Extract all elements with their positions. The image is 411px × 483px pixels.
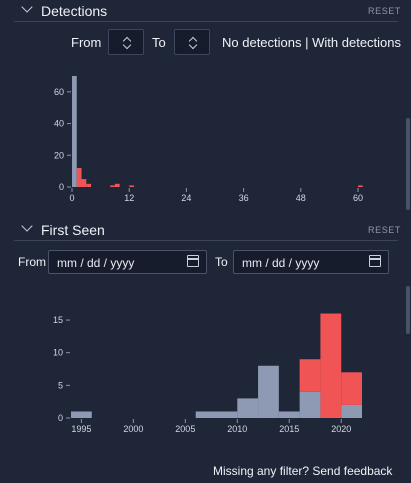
- calendar-icon[interactable]: [187, 255, 199, 267]
- first-seen-reset-button[interactable]: RESET: [368, 225, 401, 235]
- with-detections-bar: [76, 167, 82, 187]
- x-tick-label: 1995: [71, 424, 91, 434]
- x-tick-label: 0: [69, 193, 74, 203]
- with-detections-bar: [341, 372, 362, 405]
- first-seen-divider: [14, 240, 398, 241]
- detections-from-stepper[interactable]: [108, 29, 144, 55]
- no-detections-bar: [341, 404, 362, 418]
- x-tick-label: 2020: [331, 424, 351, 434]
- x-tick-label: 36: [239, 193, 249, 203]
- first-seen-histogram: 15 10 5 0 1995 2000 2005 2010 2015 2020: [53, 313, 362, 434]
- detections-scrollbar[interactable]: [406, 118, 410, 210]
- y-tick-label: 5: [58, 380, 63, 390]
- first-seen-from-date-input[interactable]: mm / dd / yyyy: [48, 250, 207, 274]
- detections-to-label: To: [152, 35, 166, 50]
- collapse-first-seen-chevron-icon[interactable]: [21, 220, 33, 232]
- detections-option-row: No detections | With detections: [222, 35, 401, 50]
- x-tick-label: 48: [296, 193, 306, 203]
- no-detections-bar: [258, 365, 279, 418]
- x-tick-label: 2005: [175, 424, 195, 434]
- detections-section-title: Detections: [41, 3, 108, 19]
- first-seen-section-title: First Seen: [41, 222, 105, 238]
- y-tick-label: 0: [58, 413, 63, 423]
- first-seen-from-label: From: [18, 255, 46, 269]
- no-detections-bar: [195, 411, 238, 418]
- y-tick-label: 15: [53, 315, 63, 325]
- no-detections-bar: [72, 76, 77, 187]
- no-detections-bar: [237, 398, 259, 418]
- x-tick-label: 2010: [227, 424, 247, 434]
- no-detections-bar: [71, 411, 92, 418]
- detections-histogram: 60 40 20 00 12 24 36 48 60: [54, 76, 363, 203]
- with-detections-option[interactable]: With detections: [312, 35, 401, 50]
- with-detections-bar: [129, 185, 134, 187]
- x-tick-label: 24: [181, 193, 191, 203]
- collapse-detections-chevron-icon[interactable]: [21, 1, 33, 13]
- to-date-placeholder: mm / dd / yyyy: [242, 256, 320, 270]
- with-detections-bar: [358, 185, 363, 187]
- y-tick-label: 0: [59, 182, 64, 192]
- y-tick-label: 40: [54, 119, 64, 129]
- with-detections-bar: [320, 313, 342, 418]
- x-tick-label: 12: [124, 193, 134, 203]
- no-detections-option[interactable]: No detections: [222, 35, 302, 50]
- no-detections-bar: [278, 411, 300, 418]
- with-detections-bar: [86, 183, 92, 187]
- detections-divider: [14, 21, 398, 22]
- y-tick-label: 20: [54, 150, 64, 160]
- from-date-placeholder: mm / dd / yyyy: [57, 256, 135, 270]
- detections-from-label: From: [71, 35, 102, 50]
- first-seen-to-date-input[interactable]: mm / dd / yyyy: [233, 250, 389, 274]
- calendar-icon[interactable]: [369, 255, 381, 267]
- detections-reset-button[interactable]: RESET: [368, 6, 401, 16]
- with-detections-bar: [110, 185, 115, 187]
- y-tick-label: 60: [54, 87, 64, 97]
- detections-to-stepper[interactable]: [174, 29, 210, 55]
- option-separator: |: [305, 35, 309, 50]
- with-detections-bar: [81, 179, 87, 187]
- x-tick-label: 60: [353, 193, 363, 203]
- x-tick-label: 2015: [279, 424, 299, 434]
- no-detections-bar: [299, 391, 321, 418]
- with-detections-bar: [299, 359, 321, 392]
- y-tick-label: 10: [53, 348, 63, 358]
- first-seen-scrollbar[interactable]: [406, 286, 410, 334]
- with-detections-bar: [114, 183, 120, 187]
- x-tick-label: 2000: [123, 424, 143, 434]
- first-seen-to-label: To: [215, 255, 228, 269]
- feedback-link[interactable]: Missing any filter? Send feedback: [213, 464, 392, 478]
